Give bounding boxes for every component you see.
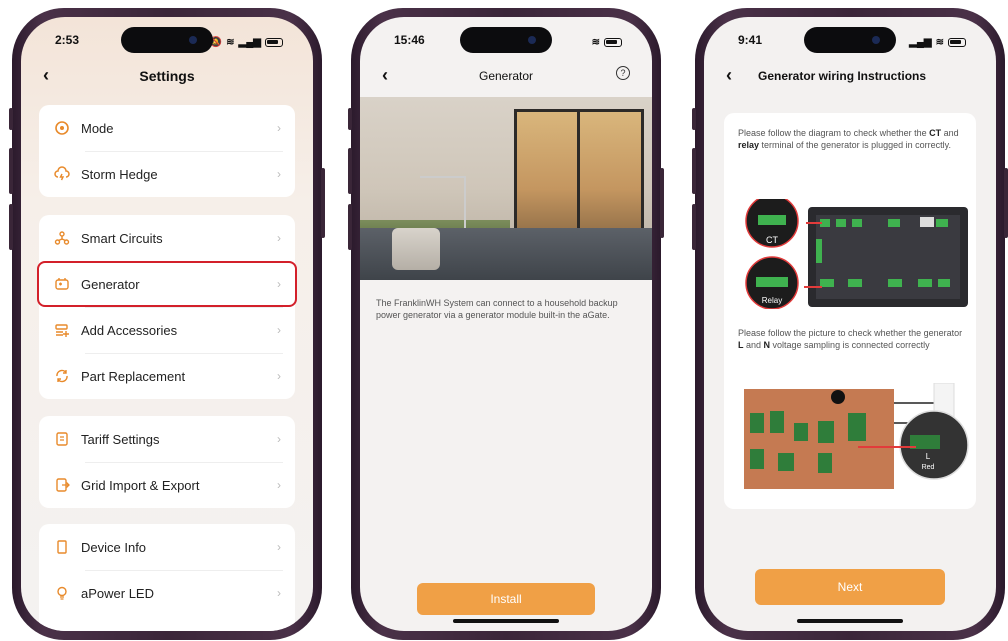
chevron-right-icon: › [277, 167, 281, 181]
settings-item-part-replacement[interactable]: Part Replacement › [39, 353, 295, 399]
chevron-right-icon: › [277, 540, 281, 554]
home-indicator [797, 619, 903, 623]
target-icon [53, 119, 71, 137]
battery-icon [604, 37, 622, 47]
settings-item-tariff-settings[interactable]: Tariff Settings › [39, 416, 295, 462]
chevron-right-icon: › [277, 121, 281, 135]
phone-generator: 15:46 ≋ ‹ Generator ? The FranklinWH Sys… [348, 8, 664, 640]
dynamic-island [804, 27, 896, 53]
next-button[interactable]: Next [755, 569, 945, 605]
settings-group-2: Smart Circuits › Generator › Add Accesso… [39, 215, 295, 399]
chevron-right-icon: › [277, 432, 281, 446]
settings-item-mode[interactable]: Mode › [39, 105, 295, 151]
device-icon [53, 538, 71, 556]
back-button[interactable]: ‹ [43, 65, 49, 86]
settings-item-label: Part Replacement [81, 368, 186, 384]
instructions-card: Please follow the diagram to check wheth… [724, 113, 976, 509]
red-label: Red [922, 464, 935, 471]
nav-bar: ‹ Settings [21, 63, 313, 89]
settings-screen: 2:53 🔕 ≋ ▂▄▆ ‹ Settings Mode › Storm Hed… [21, 17, 313, 631]
nav-bar: ‹ Generator ? [360, 63, 652, 89]
l-label: L [926, 452, 931, 461]
settings-group-4: Device Info › aPower LED › [39, 524, 295, 631]
generator-highlight-box [37, 261, 297, 307]
generator-description: The FranklinWH System can connect to a h… [376, 298, 618, 320]
home-indicator [453, 619, 559, 623]
settings-item-storm-hedge[interactable]: Storm Hedge › [39, 151, 295, 197]
generator-screen: 15:46 ≋ ‹ Generator ? The FranklinWH Sys… [360, 17, 652, 631]
generator-hero-image [360, 97, 652, 280]
status-time: 9:41 [738, 33, 763, 47]
battery-icon [948, 37, 966, 47]
chevron-right-icon: › [277, 231, 281, 245]
settings-item-smart-circuits[interactable]: Smart Circuits › [39, 215, 295, 261]
ct-relay-diagram: CT Relay [745, 199, 968, 309]
wifi-icon: ≋ [591, 36, 600, 48]
generator-module-illustration [392, 228, 440, 270]
circuits-icon [53, 229, 71, 247]
settings-item-label: Tariff Settings [81, 431, 160, 447]
settings-group-3: Tariff Settings › Grid Import & Export › [39, 416, 295, 508]
settings-item-apower-led[interactable]: aPower LED › [39, 570, 295, 616]
wiring-screen: 9:41 ▂▄▆ ≋ ‹ Generator wiring Instructio… [704, 17, 996, 631]
signal-icon: ▂▄▆ [909, 36, 932, 48]
settings-item-label: Smart Circuits [81, 230, 163, 246]
grid-export-icon [53, 476, 71, 494]
wifi-icon: ≋ [935, 36, 944, 48]
battery-icon [265, 37, 283, 47]
stage: 2:53 🔕 ≋ ▂▄▆ ‹ Settings Mode › Storm Hed… [0, 0, 1008, 641]
back-button[interactable]: ‹ [726, 65, 732, 86]
phone-settings: 2:53 🔕 ≋ ▂▄▆ ‹ Settings Mode › Storm Hed… [9, 8, 325, 640]
status-icons: 🔕 ≋ ▂▄▆ [210, 33, 283, 51]
back-button[interactable]: ‹ [382, 65, 388, 86]
settings-item-label: Mode [81, 120, 114, 136]
settings-item-device-info[interactable]: Device Info › [39, 524, 295, 570]
settings-item-label: Add Accessories [81, 322, 178, 338]
relay-label: Relay [762, 296, 782, 305]
page-title: Settings [139, 68, 195, 84]
signal-icon: ▂▄▆ [238, 36, 261, 48]
phone-wiring-instructions: 9:41 ▂▄▆ ≋ ‹ Generator wiring Instructio… [692, 8, 1008, 640]
settings-item-label: Device Info [81, 539, 147, 555]
install-button[interactable]: Install [417, 583, 595, 615]
instruction-text-voltage: Please follow the picture to check wheth… [738, 328, 963, 350]
chevron-right-icon: › [277, 323, 281, 337]
status-icons: ≋ [592, 33, 622, 51]
settings-item-label: Grid Import & Export [81, 477, 200, 493]
settings-item-label: Storm Hedge [81, 166, 158, 182]
nav-bar: ‹ Generator wiring Instructions [704, 63, 996, 89]
dynamic-island [460, 27, 552, 53]
settings-item-grid-import-export[interactable]: Grid Import & Export › [39, 462, 295, 508]
chevron-right-icon: › [277, 369, 281, 383]
status-icons: ▂▄▆ ≋ [909, 33, 966, 51]
voltage-sampling-diagram: L Red [744, 383, 969, 489]
settings-item-add-accessories[interactable]: Add Accessories › [39, 307, 295, 353]
tariff-icon [53, 430, 71, 448]
dynamic-island [121, 27, 213, 53]
chevron-right-icon: › [277, 478, 281, 492]
chevron-right-icon: › [277, 586, 281, 600]
page-title: Generator [478, 69, 534, 83]
status-time: 2:53 [55, 33, 80, 47]
ct-label: CT [766, 235, 778, 245]
page-title: Generator wiring Instructions [758, 69, 927, 83]
bulb-icon [53, 584, 71, 602]
settings-item-label: aPower LED [81, 585, 154, 601]
add-accessories-icon [53, 321, 71, 339]
wifi-icon: ≋ [226, 36, 235, 48]
cloud-lightning-icon [53, 165, 71, 183]
replace-icon [53, 367, 71, 385]
help-icon[interactable]: ? [616, 66, 630, 80]
status-time: 15:46 [394, 33, 425, 47]
instruction-text-ct-relay: Please follow the diagram to check wheth… [738, 128, 959, 150]
settings-group-1: Mode › Storm Hedge › [39, 105, 295, 197]
